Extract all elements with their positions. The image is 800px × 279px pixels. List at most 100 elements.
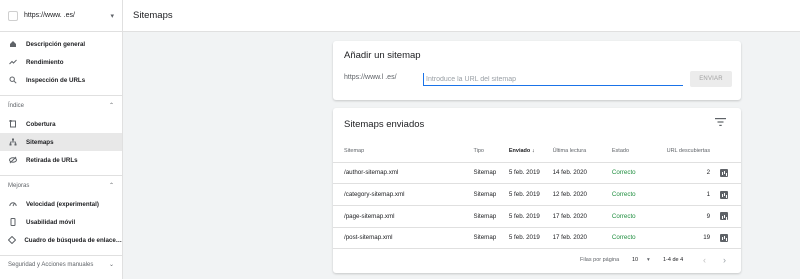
sidebar-item-mobile-usability[interactable]: Usabilidad móvil — [0, 213, 122, 231]
submit-sitemap-button[interactable]: ENVIAR — [690, 71, 732, 87]
caret-down-icon: ▾ — [110, 12, 114, 20]
sidebar-item-overview[interactable]: Descripción general — [0, 35, 122, 53]
cell-discovered-urls: 19 — [655, 227, 721, 250]
property-favicon — [8, 10, 18, 21]
pagination: Filas por página 10 ▾ 1-4 de 4 ‹ › — [333, 252, 741, 268]
bar-chart-icon[interactable] — [720, 190, 729, 199]
cell-status: Correcto — [611, 205, 656, 228]
searchbox-icon — [8, 236, 17, 244]
page-title: Sitemaps — [133, 10, 173, 21]
sidebar-item-searchbox[interactable]: Cuadro de búsqueda de enlace… — [0, 231, 122, 249]
col-header-discovered-urls[interactable]: URL descubiertas — [655, 140, 721, 163]
sidebar-item-performance[interactable]: Rendimiento — [0, 53, 122, 71]
property-selector[interactable]: https://www. .es/ ▾ — [0, 0, 122, 32]
filter-icon[interactable] — [715, 118, 726, 126]
search-icon — [8, 76, 18, 84]
coverage-icon — [8, 120, 18, 128]
cell-status: Correcto — [611, 183, 656, 206]
sitemap-url-input[interactable] — [423, 73, 683, 86]
sidebar-item-label: Retirada de URLs — [26, 156, 78, 164]
col-header-empty — [720, 140, 741, 163]
table-row[interactable]: /category-sitemap.xml Sitemap 5 feb. 201… — [333, 183, 741, 206]
cell-submitted: 5 feb. 2019 — [508, 162, 553, 185]
bar-chart-icon[interactable] — [720, 212, 729, 221]
cell-submitted: 5 feb. 2019 — [508, 183, 553, 206]
chevron-right-icon[interactable]: › — [723, 255, 726, 265]
sidebar-item-label: Rendimiento — [26, 58, 64, 66]
home-icon — [8, 40, 18, 48]
table-header-row: Sitemap Tipo Enviado ↓ Última lectura Es… — [333, 140, 741, 163]
sitemap-icon — [8, 138, 18, 146]
section-improvements[interactable]: Mejoras ⌃ — [0, 175, 122, 195]
col-header-sitemap[interactable]: Sitemap — [333, 140, 474, 163]
cell-discovered-urls: 1 — [655, 183, 721, 206]
section-label: Mejoras — [8, 182, 30, 189]
table-row[interactable]: /page-sitemap.xml Sitemap 5 feb. 2019 17… — [333, 205, 741, 228]
cell-submitted: 5 feb. 2019 — [508, 205, 553, 228]
col-header-submitted[interactable]: Enviado ↓ — [508, 140, 553, 163]
submitted-sitemaps-card: Sitemaps enviados Sitemap Tipo Enviado ↓… — [333, 108, 741, 273]
chevron-down-icon: ⌄ — [108, 262, 114, 268]
cell-submitted: 5 feb. 2019 — [508, 227, 553, 250]
property-url: https://www. .es/ — [24, 12, 75, 19]
sidebar-item-label: Cobertura — [26, 120, 56, 128]
cell-discovered-urls: 2 — [655, 162, 721, 185]
cell-status: Correcto — [611, 162, 656, 185]
cell-sitemap: /page-sitemap.xml — [333, 205, 474, 228]
section-label: Índice — [8, 102, 25, 109]
cell-discovered-urls: 9 — [655, 205, 721, 228]
speed-icon — [8, 200, 18, 208]
cell-last-read: 12 feb. 2020 — [552, 183, 612, 206]
cell-type: Sitemap — [473, 183, 509, 206]
sidebar-item-coverage[interactable]: Cobertura — [0, 115, 122, 133]
page-range: 1-4 de 4 — [663, 257, 684, 263]
chevron-up-icon: ⌃ — [108, 183, 114, 189]
cell-type: Sitemap — [473, 162, 509, 185]
bar-chart-icon[interactable] — [720, 233, 729, 242]
col-header-label: Enviado — [508, 147, 531, 154]
sidebar-item-label: Sitemaps — [26, 138, 54, 146]
cell-sitemap: /post-sitemap.xml — [333, 227, 474, 250]
col-header-last-read[interactable]: Última lectura — [552, 140, 612, 163]
cell-last-read: 17 feb. 2020 — [552, 227, 612, 250]
add-sitemap-card: Añadir un sitemap https://www.l .es/ ENV… — [333, 41, 741, 100]
sidebar-item-label: Velocidad (experimental) — [26, 200, 99, 208]
table-row[interactable]: /post-sitemap.xml Sitemap 5 feb. 2019 17… — [333, 227, 741, 250]
trending-up-icon — [8, 58, 18, 66]
mobile-icon — [8, 218, 18, 226]
cell-sitemap: /author-sitemap.xml — [333, 162, 474, 185]
add-sitemap-title: Añadir un sitemap — [344, 50, 421, 61]
cell-last-read: 14 feb. 2020 — [552, 162, 612, 185]
sidebar-item-removals[interactable]: Retirada de URLs — [0, 151, 122, 169]
rows-per-page-select[interactable]: 10 — [632, 257, 638, 263]
sidebar-item-label: Usabilidad móvil — [26, 218, 76, 226]
col-header-status[interactable]: Estado — [611, 140, 656, 163]
chevron-left-icon[interactable]: ‹ — [703, 255, 706, 265]
cell-type: Sitemap — [473, 205, 509, 228]
cell-last-read: 17 feb. 2020 — [552, 205, 612, 228]
cell-type: Sitemap — [473, 227, 509, 250]
section-label: Seguridad y Acciones manuales — [8, 262, 94, 268]
sidebar-item-label: Inspección de URLs — [26, 76, 86, 84]
sidebar: https://www. .es/ ▾ Descripción general … — [0, 0, 123, 279]
sitemap-url-prefix: https://www.l .es/ — [344, 74, 397, 81]
caret-down-icon[interactable]: ▾ — [647, 257, 650, 263]
sort-arrow-down-icon: ↓ — [531, 147, 535, 154]
sidebar-item-speed[interactable]: Velocidad (experimental) — [0, 195, 122, 213]
removal-icon — [8, 156, 18, 164]
page-header: Sitemaps — [123, 0, 800, 32]
cell-sitemap: /category-sitemap.xml — [333, 183, 474, 206]
section-index[interactable]: Índice ⌃ — [0, 95, 122, 115]
sidebar-item-sitemaps[interactable]: Sitemaps — [0, 133, 122, 151]
sitemaps-table: Sitemap Tipo Enviado ↓ Última lectura Es… — [333, 140, 741, 250]
sidebar-item-label: Cuadro de búsqueda de enlace… — [24, 236, 122, 244]
submitted-sitemaps-title: Sitemaps enviados — [344, 119, 425, 130]
chevron-up-icon: ⌃ — [108, 103, 114, 109]
sidebar-item-label: Descripción general — [26, 40, 86, 48]
bar-chart-icon[interactable] — [720, 168, 729, 177]
col-header-type[interactable]: Tipo — [473, 140, 509, 163]
table-row[interactable]: /author-sitemap.xml Sitemap 5 feb. 2019 … — [333, 162, 741, 185]
sidebar-item-url-inspection[interactable]: Inspección de URLs — [0, 71, 122, 89]
section-security[interactable]: Seguridad y Acciones manuales ⌄ — [0, 255, 122, 270]
cell-status: Correcto — [611, 227, 656, 250]
